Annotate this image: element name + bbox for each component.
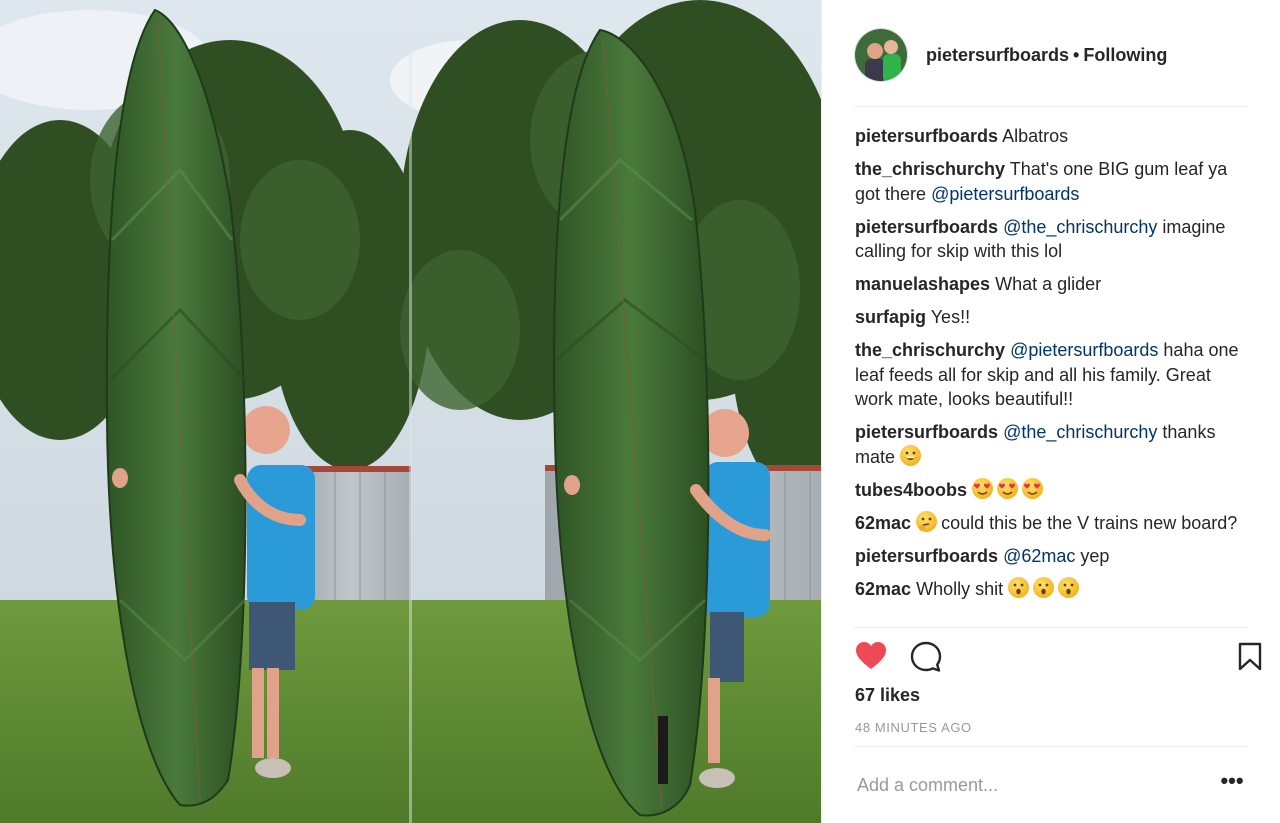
mention-link[interactable]: @pietersurfboards bbox=[931, 184, 1079, 204]
post-details-panel: pietersurfboards • Following pietersurfboa… bbox=[821, 0, 1280, 823]
comment-input[interactable] bbox=[857, 770, 1197, 800]
separator-dot: • bbox=[1073, 44, 1080, 65]
caption: pietersurfboards Albatros bbox=[855, 124, 1247, 149]
heart-eyes-emoji-icon bbox=[1022, 477, 1044, 499]
comment-text: What a glider bbox=[995, 274, 1102, 294]
comment-text: yep bbox=[1075, 545, 1110, 566]
comment-item: pietersurfboards @62mac yep bbox=[855, 544, 1247, 569]
header-text: pietersurfboards • Following bbox=[926, 45, 1167, 66]
heart-eyes-emoji-icon bbox=[972, 477, 994, 499]
post-timestamp[interactable]: 48 MINUTES AGO bbox=[855, 720, 972, 735]
username-link[interactable]: pietersurfboards bbox=[926, 45, 1069, 65]
comment-item: the_chrischurchy @pietersurfboards haha … bbox=[855, 338, 1247, 412]
comment-item: 62mac could this be the V trains new boa… bbox=[855, 510, 1247, 536]
more-options-icon[interactable]: ••• bbox=[1217, 770, 1247, 798]
comment-username[interactable]: 62mac bbox=[855, 513, 911, 533]
hushed-face-emoji-icon bbox=[1008, 576, 1030, 598]
comment-item: manuelashapes What a glider bbox=[855, 272, 1247, 297]
heart-icon[interactable] bbox=[854, 640, 888, 674]
mention-link[interactable]: @the_chrischurchy bbox=[1003, 217, 1157, 237]
avatar-image bbox=[855, 29, 907, 81]
likes-count[interactable]: 67 likes bbox=[855, 685, 920, 706]
comment-item: 62mac Wholly shit bbox=[855, 576, 1247, 602]
comment-username[interactable]: the_chrischurchy bbox=[855, 340, 1005, 360]
mention-link[interactable]: @62mac bbox=[1003, 546, 1075, 566]
grinning-face-emoji-icon bbox=[900, 444, 922, 466]
hushed-face-emoji-icon bbox=[1033, 576, 1055, 598]
avatar[interactable] bbox=[854, 28, 908, 82]
comment-username[interactable]: pietersurfboards bbox=[855, 422, 998, 442]
comment-text: Yes!! bbox=[930, 307, 971, 327]
comment-username[interactable]: pietersurfboards bbox=[855, 546, 998, 566]
actions-divider bbox=[854, 627, 1247, 628]
comment-box-divider bbox=[854, 746, 1247, 747]
comment-username[interactable]: pietersurfboards bbox=[855, 126, 998, 146]
comment-text: Albatros bbox=[1002, 126, 1069, 146]
post-header: pietersurfboards • Following bbox=[854, 27, 1248, 83]
comment-text: could this be the V trains new board? bbox=[941, 512, 1238, 533]
post-photo[interactable] bbox=[0, 0, 821, 823]
comment-item: pietersurfboards @the_chrischurchy thank… bbox=[855, 420, 1247, 469]
thinking-face-emoji-icon bbox=[916, 510, 938, 532]
comment-text: Wholly shit bbox=[916, 578, 1009, 599]
comment-username[interactable]: pietersurfboards bbox=[855, 217, 998, 237]
comment-icon[interactable] bbox=[909, 640, 943, 674]
comment-item: the_chrischurchy That's one BIG gum leaf… bbox=[855, 157, 1247, 206]
comment-item: surfapig Yes!! bbox=[855, 305, 1247, 330]
comment-item: tubes4boobs bbox=[855, 477, 1247, 503]
mention-link[interactable]: @the_chrischurchy bbox=[1003, 422, 1157, 442]
action-bar bbox=[854, 640, 1262, 674]
following-button[interactable]: Following bbox=[1083, 45, 1167, 65]
hushed-face-emoji-icon bbox=[1058, 576, 1080, 598]
surfboard-photo bbox=[0, 0, 821, 823]
comment-username[interactable]: 62mac bbox=[855, 579, 911, 599]
comment-username[interactable]: manuelashapes bbox=[855, 274, 990, 294]
comments-list[interactable]: pietersurfboards Albatros the_chrischurc… bbox=[855, 124, 1247, 626]
comment-username[interactable]: the_chrischurchy bbox=[855, 159, 1005, 179]
mention-link[interactable]: @pietersurfboards bbox=[1010, 340, 1158, 360]
comment-item: pietersurfboards @the_chrischurchy imagi… bbox=[855, 215, 1247, 264]
heart-eyes-emoji-icon bbox=[997, 477, 1019, 499]
comment-username[interactable]: tubes4boobs bbox=[855, 480, 967, 500]
bookmark-icon[interactable] bbox=[1236, 640, 1264, 674]
header-divider bbox=[854, 106, 1247, 107]
comment-username[interactable]: surfapig bbox=[855, 307, 926, 327]
